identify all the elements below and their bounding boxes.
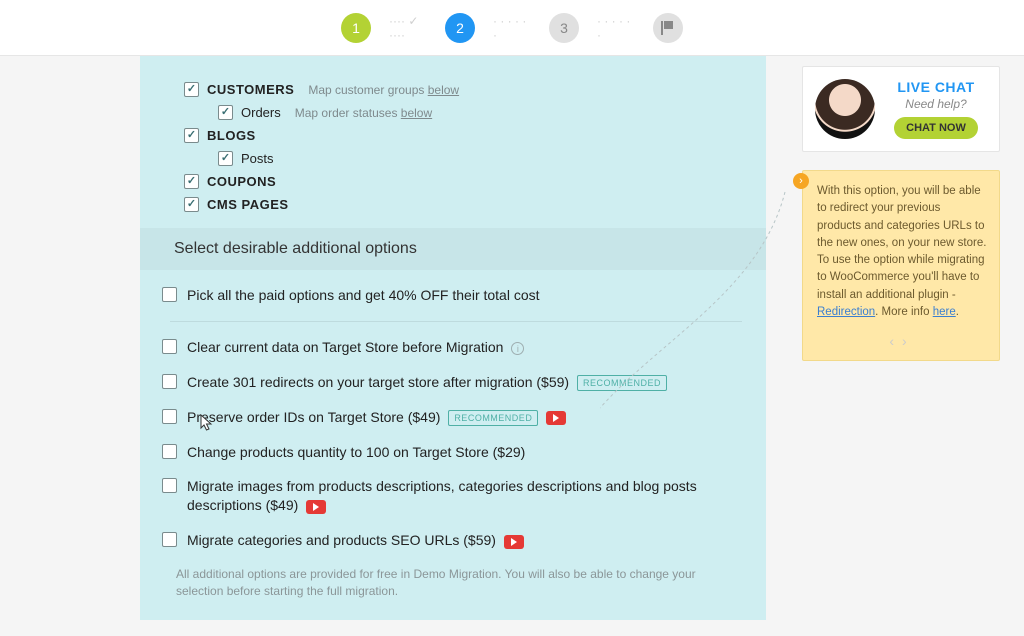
step-separator: · · · · · · bbox=[493, 14, 531, 42]
entity-posts[interactable]: Posts bbox=[184, 151, 758, 166]
tooltip-box: › With this option, you will be able to … bbox=[802, 170, 1000, 361]
option-text: Clear current data on Target Store befor… bbox=[187, 339, 503, 355]
step-finish[interactable] bbox=[653, 13, 683, 43]
option-migrate-images[interactable]: Migrate images from products description… bbox=[162, 477, 750, 515]
entity-customers[interactable]: CUSTOMERS Map customer groups below bbox=[184, 82, 758, 97]
tooltip-next[interactable]: › bbox=[902, 333, 915, 349]
label-cms: CMS PAGES bbox=[207, 197, 289, 212]
map-customer-groups-link[interactable]: below bbox=[428, 83, 459, 97]
option-pick-all[interactable]: Pick all the paid options and get 40% OF… bbox=[162, 286, 750, 305]
section-additional-options: Select desirable additional options bbox=[140, 228, 766, 270]
checkbox-orderids[interactable] bbox=[162, 409, 177, 424]
additional-options: Pick all the paid options and get 40% OF… bbox=[148, 286, 758, 600]
label-posts: Posts bbox=[241, 151, 274, 166]
tooltip-arrow-icon: › bbox=[793, 173, 809, 189]
sidebar: LIVE CHAT Need help? CHAT NOW › With thi… bbox=[802, 66, 1000, 361]
entity-cms-pages[interactable]: CMS PAGES bbox=[184, 197, 758, 212]
checkbox-customers[interactable] bbox=[184, 82, 199, 97]
option-preserve-order-ids[interactable]: Preserve order IDs on Target Store ($49)… bbox=[162, 408, 750, 427]
label-customers: CUSTOMERS bbox=[207, 82, 294, 97]
chat-title: LIVE CHAT bbox=[885, 79, 987, 95]
recommended-badge: RECOMMENDED bbox=[448, 410, 538, 426]
checkbox-orders[interactable] bbox=[218, 105, 233, 120]
more-info-link[interactable]: here bbox=[933, 306, 956, 318]
options-footnote: All additional options are provided for … bbox=[176, 566, 740, 600]
youtube-icon[interactable] bbox=[546, 411, 566, 425]
option-text: Migrate images from products description… bbox=[187, 478, 697, 513]
entity-orders[interactable]: Orders Map order statuses below bbox=[184, 105, 758, 120]
entity-list: CUSTOMERS Map customer groups below Orde… bbox=[148, 82, 758, 212]
live-chat-box: LIVE CHAT Need help? CHAT NOW bbox=[802, 66, 1000, 152]
tooltip-text: . More info bbox=[875, 306, 933, 318]
checkbox-coupons[interactable] bbox=[184, 174, 199, 189]
hint-text: Map order statuses bbox=[295, 106, 401, 120]
checkbox-pick-all[interactable] bbox=[162, 287, 177, 302]
checkbox-posts[interactable] bbox=[218, 151, 233, 166]
label-images: Migrate images from products description… bbox=[187, 477, 750, 515]
checkbox-cms[interactable] bbox=[184, 197, 199, 212]
step-separator: ···· ✓ ···· bbox=[389, 14, 427, 42]
option-text: Migrate categories and products SEO URLs… bbox=[187, 532, 496, 548]
step-3[interactable]: 3 bbox=[549, 13, 579, 43]
option-text: Preserve order IDs on Target Store ($49) bbox=[187, 409, 440, 425]
divider bbox=[170, 321, 742, 322]
label-blogs: BLOGS bbox=[207, 128, 256, 143]
chat-subtitle: Need help? bbox=[885, 97, 987, 111]
chat-now-button[interactable]: CHAT NOW bbox=[894, 117, 978, 139]
checkbox-images[interactable] bbox=[162, 478, 177, 493]
label-clear-data: Clear current data on Target Store befor… bbox=[187, 338, 750, 357]
redirection-link[interactable]: Redirection bbox=[817, 306, 875, 318]
label-seourls: Migrate categories and products SEO URLs… bbox=[187, 531, 750, 550]
main-panel: CUSTOMERS Map customer groups below Orde… bbox=[140, 56, 766, 620]
checkbox-qty[interactable] bbox=[162, 444, 177, 459]
label-301: Create 301 redirects on your target stor… bbox=[187, 373, 750, 392]
label-orderids: Preserve order IDs on Target Store ($49)… bbox=[187, 408, 750, 427]
label-pick-all: Pick all the paid options and get 40% OF… bbox=[187, 286, 750, 305]
entity-coupons[interactable]: COUPONS bbox=[184, 174, 758, 189]
tooltip-nav: ‹› bbox=[817, 331, 987, 352]
option-text: Create 301 redirects on your target stor… bbox=[187, 374, 569, 390]
checkbox-301[interactable] bbox=[162, 374, 177, 389]
youtube-icon[interactable] bbox=[504, 535, 524, 549]
chat-info: LIVE CHAT Need help? CHAT NOW bbox=[885, 79, 987, 139]
hint-customers: Map customer groups below bbox=[308, 83, 459, 97]
cursor-icon bbox=[200, 414, 214, 432]
option-301-redirects[interactable]: Create 301 redirects on your target stor… bbox=[162, 373, 750, 392]
step-2[interactable]: 2 bbox=[445, 13, 475, 43]
label-orders: Orders bbox=[241, 105, 281, 120]
flag-icon bbox=[661, 21, 675, 35]
avatar bbox=[815, 79, 875, 139]
stepper: 1 ···· ✓ ···· 2 · · · · · · 3 · · · · · … bbox=[0, 0, 1024, 56]
option-seo-urls[interactable]: Migrate categories and products SEO URLs… bbox=[162, 531, 750, 550]
hint-orders: Map order statuses below bbox=[295, 106, 432, 120]
label-qty: Change products quantity to 100 on Targe… bbox=[187, 443, 750, 462]
label-coupons: COUPONS bbox=[207, 174, 276, 189]
option-clear-data[interactable]: Clear current data on Target Store befor… bbox=[162, 338, 750, 357]
tooltip-text: . bbox=[956, 306, 959, 318]
recommended-badge: RECOMMENDED bbox=[577, 375, 667, 391]
checkbox-clear-data[interactable] bbox=[162, 339, 177, 354]
checkbox-seourls[interactable] bbox=[162, 532, 177, 547]
tooltip-text: With this option, you will be able to re… bbox=[817, 185, 986, 301]
checkbox-blogs[interactable] bbox=[184, 128, 199, 143]
step-1[interactable]: 1 bbox=[341, 13, 371, 43]
option-change-qty[interactable]: Change products quantity to 100 on Targe… bbox=[162, 443, 750, 462]
step-separator: · · · · · · bbox=[597, 14, 635, 42]
entity-blogs[interactable]: BLOGS bbox=[184, 128, 758, 143]
tooltip-prev[interactable]: ‹ bbox=[889, 333, 902, 349]
hint-text: Map customer groups bbox=[308, 83, 427, 97]
map-order-statuses-link[interactable]: below bbox=[401, 106, 432, 120]
youtube-icon[interactable] bbox=[306, 500, 326, 514]
info-icon[interactable]: i bbox=[511, 342, 524, 355]
